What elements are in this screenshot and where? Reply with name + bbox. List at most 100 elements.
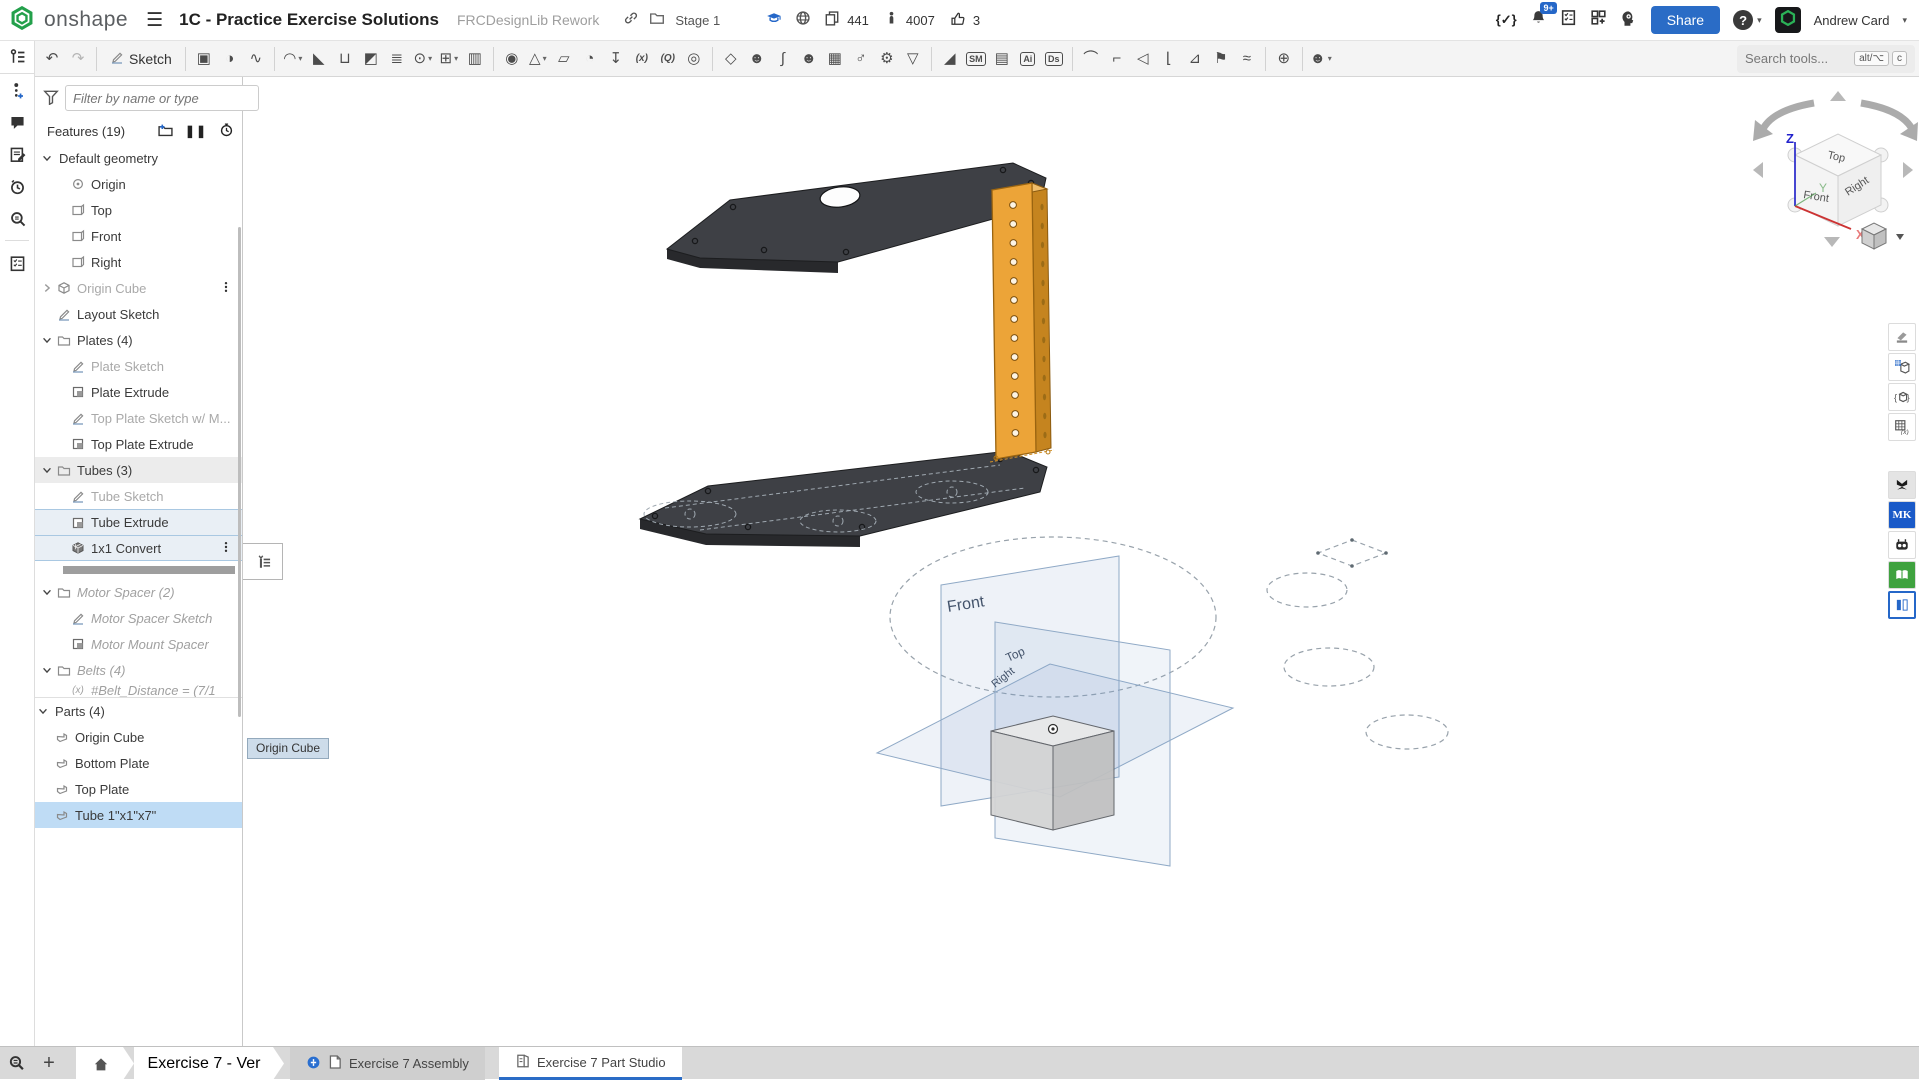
- butterfly-app-icon[interactable]: [1888, 471, 1916, 499]
- mirror-tool[interactable]: ▥: [462, 45, 488, 73]
- sketch-button[interactable]: Sketch: [102, 45, 180, 73]
- feature-row[interactable]: Plate Extrude: [35, 379, 242, 405]
- follow-mode-icon[interactable]: [0, 74, 35, 106]
- top-plate-part[interactable]: [667, 163, 1046, 273]
- user-menu-chevron-icon[interactable]: ▾: [1902, 15, 1907, 26]
- feature-row[interactable]: (x)#Belt_Distance = (7/1: [35, 683, 242, 697]
- filter-input[interactable]: [65, 85, 259, 111]
- split-tool[interactable]: △▾: [525, 45, 551, 73]
- custom-gear-tool[interactable]: ⚙: [874, 45, 900, 73]
- custom-feature-robot-tool[interactable]: ☻: [744, 45, 770, 73]
- link-icon[interactable]: [623, 10, 639, 31]
- sm-corner-tool[interactable]: ⌊: [1156, 45, 1182, 73]
- search-tools[interactable]: Search tools... alt/⌥ c: [1737, 45, 1915, 73]
- tab-exercise-7-part-studio[interactable]: Exercise 7 Part Studio: [499, 1047, 682, 1080]
- revolve-tool[interactable]: ◑: [217, 45, 243, 73]
- new-tab-button[interactable]: +: [34, 1047, 64, 1079]
- parts-header-row[interactable]: Parts (4): [35, 698, 242, 724]
- drag-dots-icon[interactable]: [220, 541, 232, 556]
- arrow-left[interactable]: [1753, 162, 1763, 178]
- docs-blue-app-icon[interactable]: [1888, 591, 1916, 619]
- likes-icon[interactable]: [950, 10, 966, 31]
- display-states-icon[interactable]: {}: [1888, 383, 1916, 411]
- feature-row[interactable]: Top: [35, 197, 242, 223]
- chevron-down-icon[interactable]: [39, 152, 55, 164]
- copies-icon[interactable]: [824, 10, 840, 31]
- hamburger-menu-icon[interactable]: ☰: [146, 9, 163, 32]
- feature-row[interactable]: 1x1 Convert: [35, 535, 242, 561]
- sm-finish-tool[interactable]: ⚑: [1208, 45, 1234, 73]
- variable-tool[interactable]: (x): [629, 45, 655, 73]
- chevron-down-icon[interactable]: ▾: [1328, 54, 1332, 63]
- helix-tool[interactable]: ◔: [577, 45, 603, 73]
- arrow-down[interactable]: [1824, 237, 1840, 247]
- feature-scrollbar[interactable]: [238, 227, 241, 717]
- rollback-bar[interactable]: [35, 561, 242, 579]
- app-store-icon[interactable]: [1590, 9, 1607, 31]
- rollback-handle[interactable]: [243, 543, 283, 580]
- part-row[interactable]: Top Plate: [35, 776, 242, 802]
- sm-flange-tool[interactable]: ⌒: [1078, 45, 1104, 73]
- avatar[interactable]: [1775, 7, 1801, 33]
- sm-face-tool[interactable]: ⊿: [1182, 45, 1208, 73]
- chevron-down-icon[interactable]: ▾: [543, 54, 547, 63]
- 3d-viewport[interactable]: Front Top Right: [243, 77, 1919, 1046]
- appearance-tool[interactable]: ▦: [822, 45, 848, 73]
- help-menu[interactable]: ? ▾: [1733, 10, 1762, 30]
- linear-pattern-tool[interactable]: ⊞▾: [436, 45, 462, 73]
- ds-tool-tool[interactable]: Ds: [1041, 45, 1067, 73]
- custom-feature-robot-2-tool[interactable]: ☻: [796, 45, 822, 73]
- home-tab[interactable]: [76, 1047, 134, 1080]
- configuration-panel-icon[interactable]: (x): [1888, 413, 1916, 441]
- sm-flat-tool[interactable]: ◁: [1130, 45, 1156, 73]
- cone-tool-tool[interactable]: ◢: [937, 45, 963, 73]
- fillet-tool[interactable]: ◠▾: [280, 45, 306, 73]
- feature-row[interactable]: Motor Spacer Sketch: [35, 605, 242, 631]
- part-row[interactable]: Bottom Plate: [35, 750, 242, 776]
- public-globe-icon[interactable]: [795, 10, 811, 31]
- redo-tool[interactable]: ↷: [65, 45, 91, 73]
- feature-row[interactable]: Belts (4): [35, 657, 242, 683]
- variable-studio-tool[interactable]: (Q): [655, 45, 681, 73]
- origin-point-marker[interactable]: [1049, 725, 1058, 734]
- chevron-down-icon[interactable]: [39, 334, 55, 346]
- learning-center-icon[interactable]: [1620, 9, 1638, 32]
- undo-tool[interactable]: ↶: [39, 45, 65, 73]
- named-views-icon[interactable]: [1888, 353, 1916, 381]
- chevron-down-icon[interactable]: [39, 664, 55, 676]
- part-row[interactable]: Tube 1"x1"x7": [35, 802, 242, 828]
- feature-row[interactable]: Tube Sketch: [35, 483, 242, 509]
- boolean-tool[interactable]: ◉: [499, 45, 525, 73]
- part-row[interactable]: Origin Cube: [35, 724, 242, 750]
- extrude-tool[interactable]: ▣: [191, 45, 217, 73]
- docs-green-app-icon[interactable]: [1888, 561, 1916, 589]
- featurescript-code-icon[interactable]: {✓}: [1496, 12, 1517, 28]
- comments-icon[interactable]: [0, 106, 35, 138]
- suppress-pause-icon[interactable]: ❚❚: [185, 124, 207, 138]
- mate-connector-tool[interactable]: ◎: [681, 45, 707, 73]
- notes-icon[interactable]: [0, 138, 35, 170]
- feature-row[interactable]: Tube Extrude: [35, 509, 242, 535]
- feature-row[interactable]: Tubes (3): [35, 457, 242, 483]
- arrow-right[interactable]: [1903, 162, 1913, 178]
- view-menu-cube-icon[interactable]: [1862, 223, 1886, 249]
- toolbox-tool[interactable]: ♂: [848, 45, 874, 73]
- feature-row[interactable]: Default geometry: [35, 145, 242, 171]
- history-icon[interactable]: [0, 170, 35, 202]
- tab-exercise-7-ver[interactable]: Exercise 7 - Ver: [134, 1047, 284, 1080]
- feature-row[interactable]: Plates (4): [35, 327, 242, 353]
- chevron-down-icon[interactable]: ▾: [454, 54, 458, 63]
- onshape-logo-icon[interactable]: [10, 6, 34, 35]
- drag-dots-icon[interactable]: [220, 281, 232, 296]
- projected-curve-tool[interactable]: ∫: [770, 45, 796, 73]
- chamfer-tool[interactable]: ◣: [306, 45, 332, 73]
- share-button[interactable]: Share: [1651, 6, 1720, 34]
- feature-row[interactable]: Motor Spacer (2): [35, 579, 242, 605]
- chevron-right-icon[interactable]: [39, 282, 55, 294]
- bottom-plate-part[interactable]: [640, 451, 1047, 547]
- mkcad-app-icon[interactable]: MK: [1888, 501, 1916, 529]
- feature-row[interactable]: Origin Cube: [35, 275, 242, 301]
- feature-row[interactable]: Top Plate Sketch w/ M...: [35, 405, 242, 431]
- chevron-down-icon[interactable]: [39, 464, 55, 476]
- primitive-cube-tool[interactable]: ◇: [718, 45, 744, 73]
